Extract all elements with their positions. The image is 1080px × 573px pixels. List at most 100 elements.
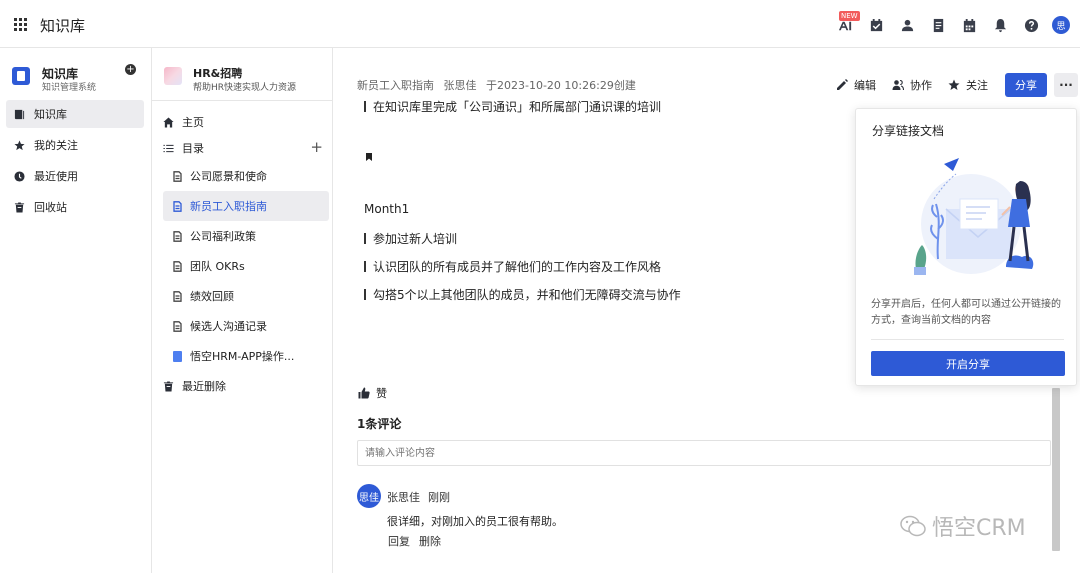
tree-doc-item[interactable]: 公司愿景和使命 <box>163 161 329 191</box>
comment-delete-link[interactable]: 删除 <box>419 533 441 549</box>
doc-line-text: 参加过新人培训 <box>373 232 458 246</box>
tree-doc-label: 候选人沟通记录 <box>190 320 267 333</box>
nav-list: 知识库 我的关注 最近使用 回收站 <box>6 100 144 224</box>
tree-catalog[interactable]: 目录 + <box>163 135 329 161</box>
add-doc-plus-icon[interactable]: + <box>310 140 323 155</box>
doc-outline-icon <box>173 230 182 242</box>
comment-author: 张思佳 <box>387 491 420 504</box>
doc-line: 认识团队的所有成员并了解他们的工作内容及工作风格 <box>364 258 661 275</box>
share-popover: 分享链接文档 分享开启后，任何人都可以通过公开链接的方式，查询当前文档的内容 开… <box>855 108 1077 386</box>
help-icon[interactable] <box>1023 17 1039 33</box>
doc-outline-icon <box>173 200 182 212</box>
tree-doc-item[interactable]: 公司福利政策 <box>163 221 329 251</box>
divider <box>871 339 1064 340</box>
comment-avatar: 思佳 <box>357 484 381 508</box>
collaborate-button[interactable]: 协作 <box>892 77 932 93</box>
quote-bar-icon <box>364 233 366 244</box>
doc-line-text: 勾搭5个以上其他团队的成员，并和他们无障碍交流与协作 <box>373 288 681 302</box>
content-scrollbar[interactable] <box>1052 388 1060 551</box>
doc-outline-icon <box>173 290 182 302</box>
tree-home[interactable]: 主页 <box>163 109 329 135</box>
trash-icon <box>163 380 174 392</box>
more-options-button[interactable]: ··· <box>1054 73 1078 97</box>
tree-doc-label: 公司愿景和使命 <box>190 170 267 183</box>
doc-name: 新员工入职指南 <box>357 79 434 92</box>
tree-recent-deleted[interactable]: 最近删除 <box>163 373 329 399</box>
tree-home-label: 主页 <box>182 116 204 129</box>
watermark-text: 悟空CRM <box>932 516 1026 541</box>
home-icon <box>163 116 174 128</box>
ai-icon[interactable]: NEW <box>837 11 860 33</box>
bell-icon[interactable] <box>992 17 1008 33</box>
user-avatar[interactable]: 思 <box>1052 16 1070 34</box>
follow-button[interactable]: 关注 <box>948 77 988 93</box>
comment-reply-link[interactable]: 回复 <box>388 533 410 549</box>
doc-tree-panel: HR&招聘 帮助HR快速实现人力资源 主页 目录 + 公司愿景和使命 新员工入职… <box>152 48 333 573</box>
collaborate-label: 协作 <box>910 79 932 92</box>
edit-label: 编辑 <box>854 79 876 92</box>
comment-text: 很详细，对刚加入的员工很有帮助。 <box>387 515 563 528</box>
doc-line: 在知识库里完成「公司通识」和所属部门通识课的培训 <box>364 98 661 115</box>
space-header: HR&招聘 帮助HR快速实现人力资源 <box>152 48 332 101</box>
doc-line-text: 在知识库里完成「公司通识」和所属部门通识课的培训 <box>373 100 662 114</box>
book-icon <box>14 109 25 119</box>
nav-item-label: 我的关注 <box>34 139 78 152</box>
tree-doc-item-active[interactable]: 新员工入职指南 <box>163 191 329 221</box>
people-icon <box>892 79 904 91</box>
like-label: 赞 <box>376 387 387 400</box>
apps-grid-icon[interactable] <box>14 18 27 31</box>
quote-bar-icon <box>364 261 366 272</box>
tree-doc-label: 团队 OKRs <box>190 260 245 273</box>
watermark: 悟空CRM <box>900 510 1026 542</box>
space-logo-icon <box>164 67 182 85</box>
document-icon[interactable] <box>930 17 946 33</box>
tree-doc-item[interactable]: 团队 OKRs <box>163 251 329 281</box>
doc-author: 张思佳 <box>443 79 477 92</box>
doc-meta: 新员工入职指南 张思佳 于2023-10-20 10:26:29创建 <box>357 77 642 93</box>
tree-doc-item[interactable]: 绩效回顾 <box>163 281 329 311</box>
share-popover-title: 分享链接文档 <box>872 124 945 138</box>
clock-icon <box>14 170 25 182</box>
knowledge-base-logo-icon <box>12 67 30 85</box>
nav-item-label: 知识库 <box>34 108 67 121</box>
comment-time: 刚刚 <box>428 491 450 504</box>
follow-label: 关注 <box>966 79 988 92</box>
nav-item-my-follows[interactable]: 我的关注 <box>6 131 144 159</box>
app-title: 知识库 <box>40 17 86 35</box>
tree-recent-deleted-label: 最近删除 <box>182 380 226 393</box>
tree-doc-label: 新员工入职指南 <box>190 200 267 213</box>
contacts-icon[interactable] <box>899 17 915 33</box>
doc-created: 于2023-10-20 10:26:29创建 <box>486 79 636 92</box>
nav-item-recent[interactable]: 最近使用 <box>6 162 144 190</box>
tree-doc-label: 绩效回顾 <box>190 290 234 303</box>
tree-doc-item[interactable]: 候选人沟通记录 <box>163 311 329 341</box>
like-button[interactable]: 赞 <box>358 385 387 401</box>
doc-outline-icon <box>173 170 182 182</box>
pencil-icon <box>837 79 848 90</box>
edit-button[interactable]: 编辑 <box>836 77 876 93</box>
calendar-icon[interactable] <box>961 17 977 33</box>
share-button[interactable]: 分享 <box>1005 73 1047 97</box>
new-badge: NEW <box>839 11 860 21</box>
nav-item-recycle-bin[interactable]: 回收站 <box>6 193 144 221</box>
tree-doc-item[interactable]: 悟空HRM-APP操作... <box>163 341 329 371</box>
knowledge-base-subtitle: 知识管理系统 <box>42 83 97 93</box>
left-nav: 知识库 知识管理系统 + 知识库 我的关注 最近使用 回收站 <box>0 48 152 573</box>
bookmark-icon <box>366 153 372 161</box>
doc-line: Month1 <box>364 202 409 216</box>
add-circle-icon[interactable]: + <box>125 64 136 75</box>
doc-line: 勾搭5个以上其他团队的成员，并和他们无障碍交流与协作 <box>364 286 681 303</box>
space-subtitle: 帮助HR快速实现人力资源 <box>193 83 297 93</box>
tree-doc-label: 公司福利政策 <box>190 230 256 243</box>
tree-doc-label: 悟空HRM-APP操作... <box>190 350 295 363</box>
space-title: HR&招聘 <box>193 67 243 80</box>
knowledge-base-header: 知识库 知识管理系统 + <box>12 64 142 94</box>
share-illustration <box>914 158 1034 275</box>
task-check-icon[interactable] <box>868 17 884 33</box>
doc-outline-icon <box>173 260 182 272</box>
comment-input[interactable] <box>357 440 1051 466</box>
doc-outline-icon <box>173 320 182 332</box>
nav-item-knowledge-base[interactable]: 知识库 <box>6 100 144 128</box>
list-icon <box>163 144 174 152</box>
enable-share-button[interactable]: 开启分享 <box>871 351 1065 376</box>
